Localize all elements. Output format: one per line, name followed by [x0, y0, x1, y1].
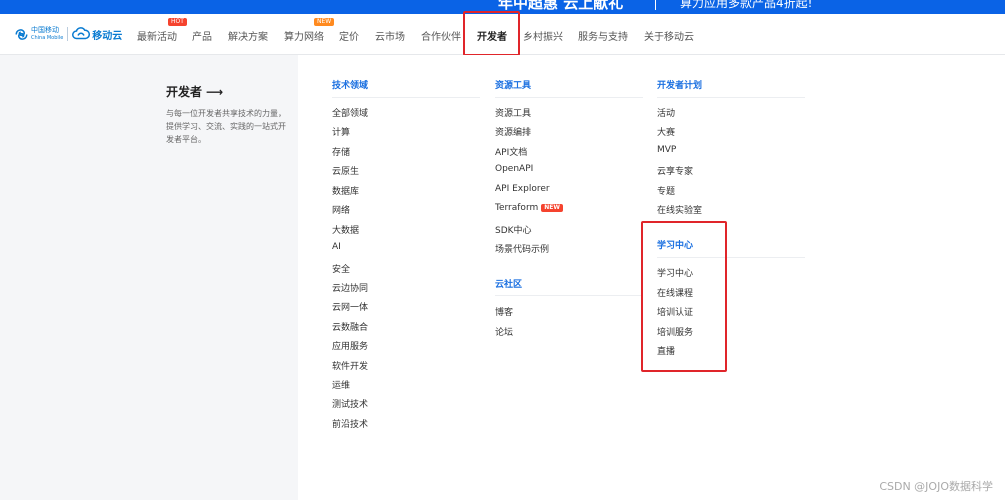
link-contests[interactable]: 大赛 — [657, 125, 675, 138]
column-title-resources: 资源工具 — [495, 81, 532, 91]
link-frontier-tech[interactable]: 前沿技术 — [332, 417, 368, 430]
logo[interactable]: 中国移动 China Mobile 移动云 — [14, 25, 122, 43]
link-resource-tools[interactable]: 资源工具 — [495, 106, 531, 119]
column-divider-dev-plan — [657, 97, 805, 98]
nav-item-pricing[interactable]: 定价 — [339, 28, 359, 43]
mobile-cloud-name: 移动云 — [92, 30, 123, 42]
link-testing[interactable]: 测试技术 — [332, 397, 368, 410]
column-divider-resources — [495, 97, 643, 98]
developer-title-text: 开发者 — [166, 85, 203, 99]
china-mobile-en: China Mobile — [31, 35, 64, 41]
link-ops[interactable]: 运维 — [332, 378, 350, 391]
developer-title[interactable]: 开发者 ⟶ — [166, 83, 223, 100]
column-divider-tech — [332, 97, 480, 98]
link-app-services[interactable]: 应用服务 — [332, 339, 368, 352]
banner-promo-text-2[interactable]: 算力应用多款产品4折起! — [680, 0, 812, 11]
highlight-box-developer — [463, 11, 520, 56]
nav-item-latest-activity[interactable]: 最新活动 — [137, 28, 177, 43]
logo-divider — [67, 27, 69, 41]
link-sdk-center[interactable]: SDK中心 — [495, 223, 532, 236]
link-forum[interactable]: 论坛 — [495, 325, 513, 338]
nav-item-partners[interactable]: 合作伙伴 — [421, 28, 461, 43]
column-title-tech: 技术领域 — [332, 81, 369, 91]
column-divider-community — [495, 295, 643, 296]
link-blog[interactable]: 博客 — [495, 305, 513, 318]
link-resource-orchestration[interactable]: 资源编排 — [495, 125, 531, 138]
nav-item-marketplace[interactable]: 云市场 — [375, 28, 405, 43]
nav-item-computing-network[interactable]: 算力网络 — [284, 28, 324, 43]
link-security[interactable]: 安全 — [332, 262, 350, 275]
highlight-box-learning — [641, 221, 727, 372]
link-network[interactable]: 网络 — [332, 203, 350, 216]
hot-badge: HOT — [168, 18, 187, 26]
link-database[interactable]: 数据库 — [332, 184, 359, 197]
nav-item-rural-revitalization[interactable]: 乡村振兴 — [523, 28, 563, 43]
watermark: CSDN @JOJO数据科学 — [879, 480, 993, 493]
mobile-cloud-logo: 移动云 — [72, 27, 122, 42]
link-topics[interactable]: 专题 — [657, 184, 675, 197]
link-api-docs[interactable]: API文档 — [495, 145, 527, 158]
link-mvp[interactable]: MVP — [657, 145, 676, 155]
developer-dropdown-panel: 开发者 ⟶ 与每一位开发者共享技术的力量，提供学习、交流、实践的一站式开发者平台。… — [0, 55, 1005, 500]
nav-item-about[interactable]: 关于移动云 — [644, 28, 694, 43]
link-storage[interactable]: 存储 — [332, 145, 350, 158]
link-cloud-network[interactable]: 云网一体 — [332, 300, 368, 313]
link-cloud-data[interactable]: 云数融合 — [332, 320, 368, 333]
new-badge: NEW — [541, 204, 563, 212]
nav-item-products[interactable]: 产品 — [192, 28, 212, 43]
nav-item-solutions[interactable]: 解决方案 — [228, 28, 268, 43]
link-code-samples[interactable]: 场景代码示例 — [495, 242, 549, 255]
new-badge-nav: NEW — [314, 18, 335, 26]
developer-description: 与每一位开发者共享技术的力量，提供学习、交流、实践的一站式开发者平台。 — [166, 109, 286, 144]
link-openapi[interactable]: OpenAPI — [495, 164, 533, 174]
banner-separator — [655, 0, 656, 10]
link-activities[interactable]: 活动 — [657, 106, 675, 119]
panel-right-area — [820, 55, 1005, 500]
nav-item-service-support[interactable]: 服务与支持 — [578, 28, 628, 43]
link-cloud-edge[interactable]: 云边协同 — [332, 281, 368, 294]
arrow-right-icon: ⟶ — [206, 85, 224, 99]
link-compute[interactable]: 计算 — [332, 125, 350, 138]
china-mobile-logo: 中国移动 China Mobile — [14, 26, 63, 42]
link-big-data[interactable]: 大数据 — [332, 223, 359, 236]
china-mobile-cn: 中国移动 — [31, 26, 59, 34]
link-cloud-native[interactable]: 云原生 — [332, 164, 359, 177]
link-online-lab[interactable]: 在线实验室 — [657, 203, 702, 216]
cloud-logo-icon — [72, 27, 91, 40]
link-terraform[interactable]: Terraform NEW — [495, 203, 563, 213]
column-title-community: 云社区 — [495, 280, 523, 290]
link-all-fields[interactable]: 全部领域 — [332, 106, 368, 119]
link-software-dev[interactable]: 软件开发 — [332, 359, 368, 372]
china-mobile-logo-icon — [15, 28, 28, 40]
column-title-dev-plan: 开发者计划 — [657, 81, 703, 91]
link-cloud-experts[interactable]: 云享专家 — [657, 164, 693, 177]
link-api-explorer[interactable]: API Explorer — [495, 184, 550, 194]
link-terraform-label: Terraform — [495, 203, 539, 213]
link-ai[interactable]: AI — [332, 242, 341, 252]
